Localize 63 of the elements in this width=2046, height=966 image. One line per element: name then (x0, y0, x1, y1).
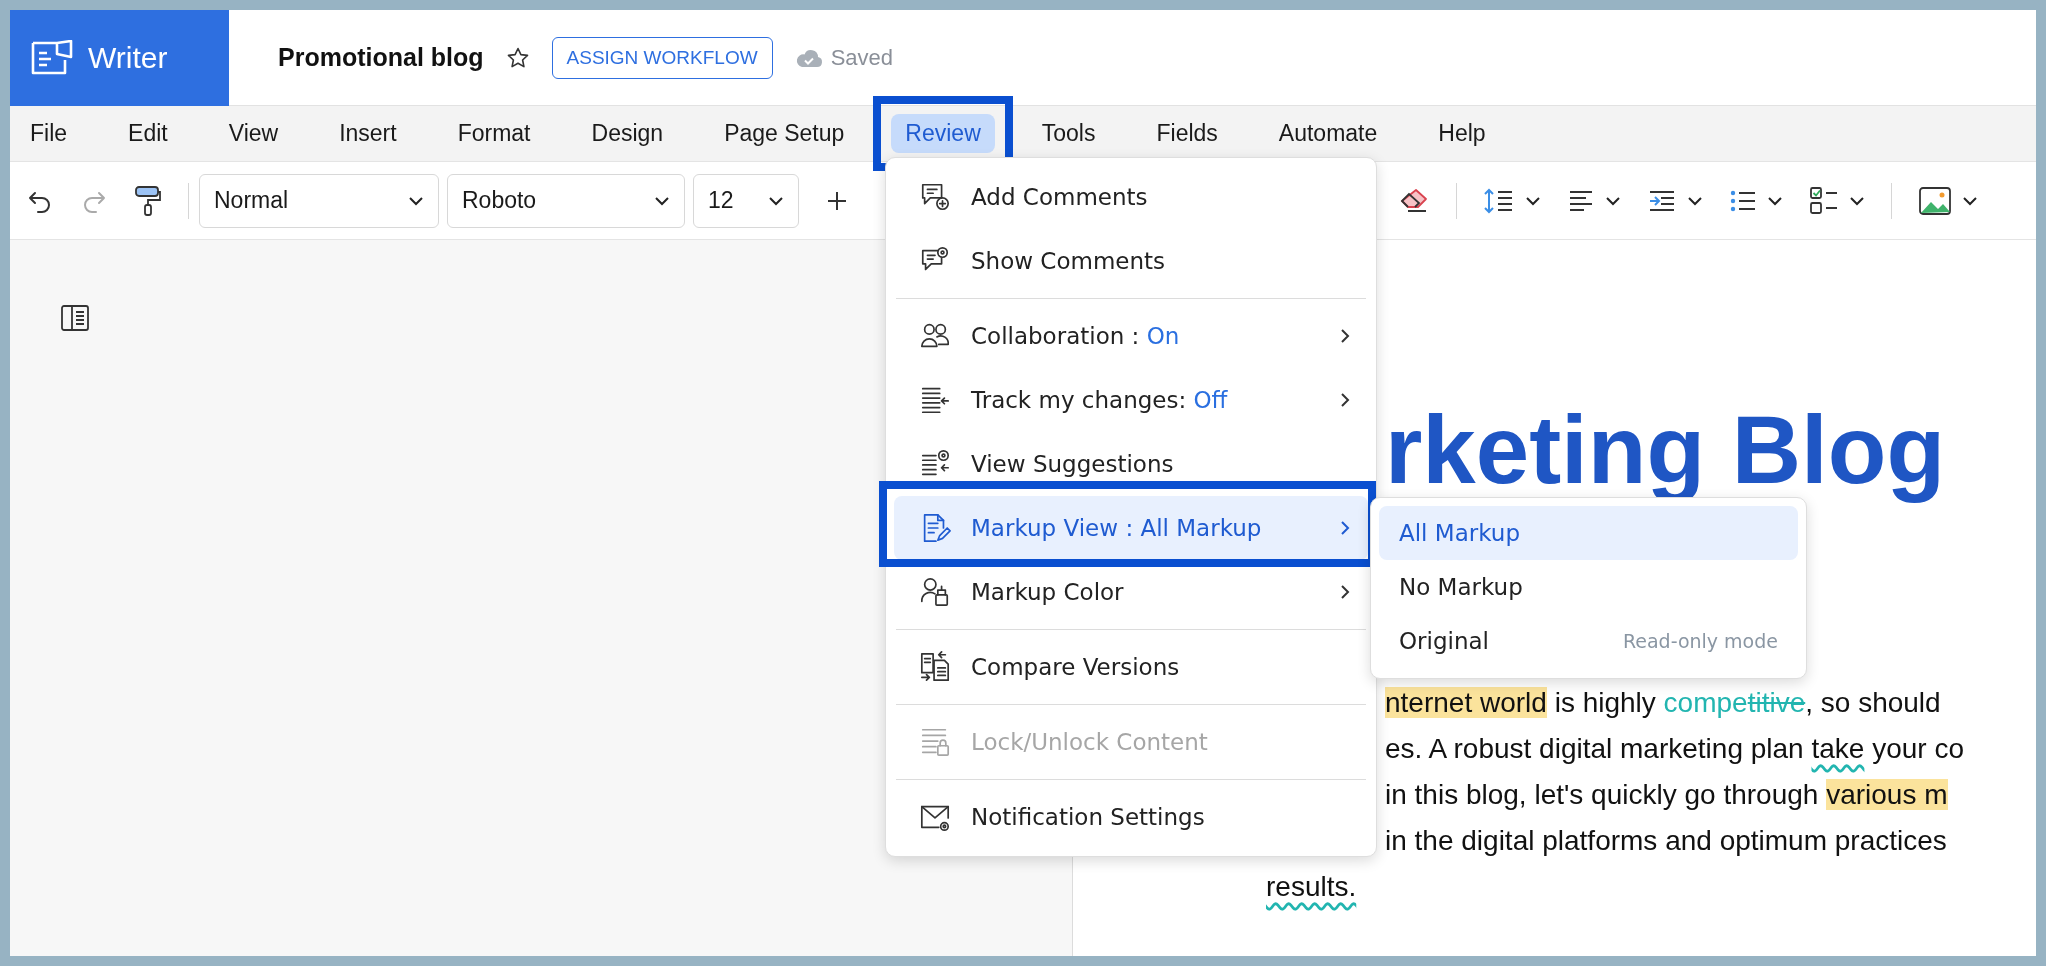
menu-item[interactable]: Page Setup (710, 114, 859, 153)
documents-arrows-icon (919, 651, 951, 683)
menu-item[interactable]: Markup View : All Markup (894, 496, 1368, 560)
menu-item[interactable]: Markup Color (894, 560, 1368, 624)
chevron-right-icon (1340, 328, 1350, 344)
menu-item[interactable]: Format (443, 114, 545, 153)
menu-item[interactable]: Notification Settings (894, 785, 1368, 849)
chevron-down-icon[interactable] (1767, 195, 1783, 206)
paragraph-line: results. (1266, 870, 1358, 904)
chevron-down-icon[interactable] (1605, 195, 1621, 206)
chevron-down-icon[interactable] (1687, 195, 1703, 206)
chevron-down-icon[interactable] (1962, 195, 1978, 206)
image-icon[interactable] (1918, 185, 1952, 216)
submenu-item[interactable]: No Markup (1379, 560, 1798, 614)
chevron-right-icon (1340, 520, 1350, 536)
menu-item[interactable]: Review (891, 114, 995, 153)
font-dropdown[interactable]: Roboto (447, 173, 685, 228)
paint-roller-icon[interactable] (134, 184, 162, 217)
document-title[interactable]: Promotional blog (278, 43, 484, 72)
checklist-icon[interactable] (1809, 185, 1839, 216)
comment-plus-icon (919, 181, 951, 213)
menu-item[interactable]: Automate (1264, 114, 1392, 153)
chevron-right-icon (1340, 392, 1350, 408)
menu-item[interactable]: Insert (325, 114, 411, 153)
chevron-down-icon (408, 195, 424, 206)
assign-workflow-button[interactable]: ASSIGN WORKFLOW (551, 36, 773, 79)
chevron-down-icon[interactable] (1525, 195, 1541, 206)
menu-item[interactable]: View (214, 114, 293, 153)
menu-item[interactable]: Track my changes: Off (894, 368, 1368, 432)
paragraph-line: in the digital platforms and optimum practices (1385, 824, 1948, 858)
menu-item[interactable]: Design (577, 114, 678, 153)
chevron-down-icon[interactable] (1849, 195, 1865, 206)
app-name: Writer (88, 40, 168, 75)
submenu-item[interactable]: Original Read-only mode (1379, 614, 1798, 668)
menu-item[interactable]: Tools (1027, 114, 1110, 153)
save-status: Saved (830, 44, 893, 71)
sidebar-toggle-icon[interactable] (60, 304, 90, 332)
line-spacing-icon[interactable] (1483, 186, 1515, 215)
star-icon[interactable] (505, 45, 530, 70)
menu-item[interactable]: Add Comments (894, 165, 1368, 229)
paragraph-line: in this blog, let's quickly go through various m (1385, 778, 1949, 812)
menu-item[interactable]: Collaboration : On (894, 304, 1368, 368)
font-size-dropdown[interactable]: 12 (693, 173, 799, 228)
menu-item[interactable]: Compare Versions (894, 635, 1368, 699)
menu-item[interactable]: View Suggestions (894, 432, 1368, 496)
chevron-down-icon (654, 195, 670, 206)
submenu-item[interactable]: All Markup (1379, 506, 1798, 560)
paragraph-line: nternet world is highly competitive, so should (1385, 686, 1942, 720)
cloud-check-icon (794, 47, 823, 68)
mode-note: Read-only mode (1622, 630, 1778, 652)
paragraph-line: es. A robust digital marketing plan take your co (1385, 732, 1965, 766)
menu-item[interactable]: Edit (114, 114, 182, 153)
menu-item[interactable]: Show Comments (894, 229, 1368, 293)
document-flag-icon (30, 39, 74, 76)
chevron-right-icon (1340, 584, 1350, 600)
menu-item[interactable]: Fields (1142, 114, 1232, 153)
menu-item[interactable]: File (16, 114, 82, 153)
eraser-icon[interactable] (1398, 186, 1430, 215)
lines-lock-icon (919, 726, 951, 758)
menu-item[interactable]: Help (1424, 114, 1500, 153)
style-dropdown[interactable]: Normal (199, 173, 439, 228)
chevron-down-icon (768, 195, 784, 206)
person-bucket-icon (919, 576, 951, 608)
